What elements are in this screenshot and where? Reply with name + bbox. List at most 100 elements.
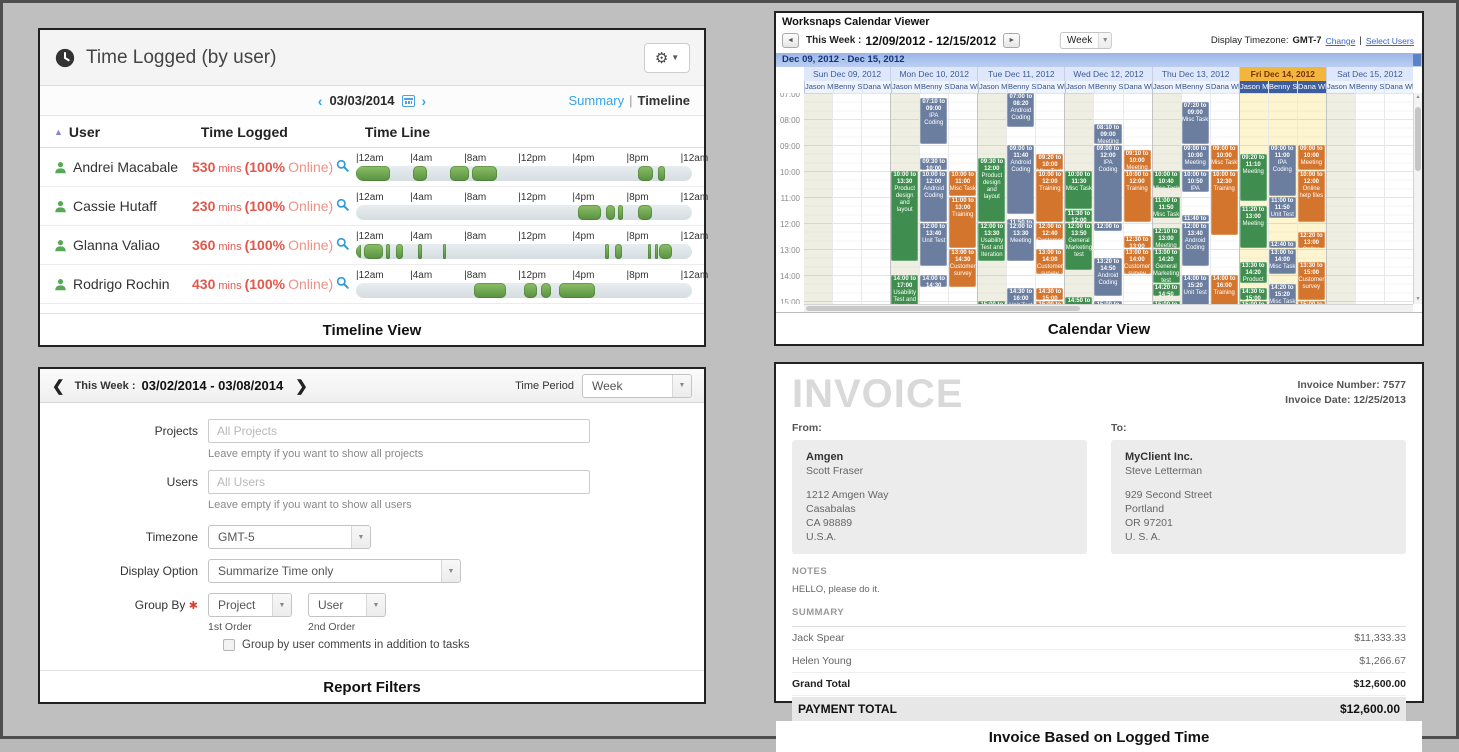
calendar-event[interactable]: 11:00 to11:50Misc Task	[1153, 197, 1180, 218]
calendar-event[interactable]: 14:00 to15:20Unit Test	[1182, 275, 1209, 304]
group-by-second-select[interactable]: User ▼	[308, 593, 386, 617]
user-column-header[interactable]: Benny Strose	[920, 81, 949, 93]
calendar-event[interactable]: 09:10 to10:00Meeting	[1124, 150, 1151, 171]
calendar-event[interactable]: 10:00 to11:00Misc Task	[949, 171, 976, 196]
time-period-select[interactable]: Week ▼	[582, 374, 692, 398]
calendar-event[interactable]: 09:00 to10:00Meeting	[1182, 145, 1209, 170]
user-column-header[interactable]: Jason Myers	[1326, 81, 1355, 93]
summary-view-link[interactable]: Summary	[568, 93, 624, 108]
user-column-header[interactable]: Benny Strose	[1355, 81, 1384, 93]
calendar-event[interactable]: 13:00 to14:00Misc Task	[1269, 249, 1296, 274]
user-column-header[interactable]: Jason Myers	[1152, 81, 1181, 93]
user-column-header[interactable]: Benny Strose	[1094, 81, 1123, 93]
calendar-event[interactable]: 11:40 to12:00	[1182, 215, 1209, 223]
calendar-event[interactable]: 12:00 to13:30Meeting	[1007, 223, 1034, 261]
calendar-event[interactable]: 09:00 to11:00IPA Coding	[1269, 145, 1296, 196]
calendar-event[interactable]: 14:20 to14:50Usability Test	[1153, 284, 1180, 296]
day-header[interactable]: Thu Dec 13, 2012	[1152, 67, 1239, 81]
next-week-button[interactable]: ❯	[295, 377, 308, 395]
calendar-event[interactable]: 14:00 to14:30Android	[920, 275, 947, 287]
calendar-event[interactable]: 14:50 to16:10General Marketing test	[1065, 297, 1092, 304]
user-column-header[interactable]: Dana Whitney	[1384, 81, 1413, 93]
calendar-event[interactable]: 13:00 to14:00Customer survey	[1036, 249, 1063, 274]
day-header[interactable]: Tue Dec 11, 2012	[977, 67, 1064, 81]
day-header[interactable]: Fri Dec 14, 2012	[1239, 67, 1326, 81]
calendar-event[interactable]: 12:00 to13:30Usability Test and Iteratio…	[978, 223, 1005, 261]
calendar-event[interactable]: 14:00 to17:00Usability Test and Iteratio…	[891, 275, 918, 304]
user-column-header[interactable]: Jason Myers	[1239, 81, 1268, 93]
calendar-event[interactable]: 12:00 to12:40Customer survey	[1036, 223, 1063, 239]
calendar-event[interactable]: 10:00 to13:30Product design and layout	[891, 171, 918, 261]
user-column-header[interactable]: Benny Strose	[1181, 81, 1210, 93]
scroll-down-icon[interactable]: ▼	[1414, 295, 1422, 304]
next-day-button[interactable]: ›	[422, 93, 427, 109]
prev-week-button[interactable]: ◄	[782, 33, 799, 48]
calendar-event[interactable]: 12:00 to13:40Unit Test	[920, 223, 947, 265]
calendar-event[interactable]: 11:00 to11:50Unit Test	[1269, 197, 1296, 218]
user-column-header[interactable]: Jason Myers	[804, 81, 833, 93]
calendar-event[interactable]: 14:30 to16:00Unit Test	[1007, 288, 1034, 304]
calendar-event[interactable]: 10:00 to12:00Android Coding	[920, 171, 947, 222]
user-column-header[interactable]: Dana Whitney	[862, 81, 891, 93]
calendar-event[interactable]: 10:00 to10:40Misc Task	[1153, 171, 1180, 187]
calendar-event[interactable]: 08:10 to09:00Meeting	[1094, 124, 1121, 145]
calendar-event[interactable]: 12:00 to12:20	[1094, 223, 1121, 231]
calendar-event[interactable]: 09:20 to11:10Meeting	[1240, 154, 1267, 201]
timezone-select[interactable]: GMT-5 ▼	[208, 525, 371, 549]
calendar-event[interactable]: 14:20 to15:20Misc Task	[1269, 284, 1296, 304]
display-option-select[interactable]: Summarize Time only ▼	[208, 559, 461, 583]
timeline-view-link[interactable]: Timeline	[637, 93, 690, 108]
calendar-event[interactable]: 10:00 to11:30Misc Task	[1065, 171, 1092, 209]
calendar-event[interactable]: 12:40 to13:00	[1269, 241, 1296, 249]
calendar-event[interactable]: 09:30 to12:00Product design and layout	[978, 158, 1005, 222]
calendar-event[interactable]: 14:00 to16:00Training	[1211, 275, 1238, 304]
user-column-header[interactable]: Benny Strose	[1007, 81, 1036, 93]
scrollbar-thumb[interactable]	[806, 306, 1080, 311]
group-by-first-select[interactable]: Project ▼	[208, 593, 292, 617]
calendar-event[interactable]: 09:00 to12:00IPA Coding	[1094, 145, 1121, 222]
change-timezone-link[interactable]: Change	[1326, 36, 1356, 46]
calendar-event[interactable]: 09:20 to10:00Misc Task	[1036, 154, 1063, 170]
next-week-button[interactable]: ►	[1003, 33, 1020, 48]
scroll-up-icon[interactable]: ▲	[1414, 93, 1422, 102]
user-column-header[interactable]: Jason Myers	[978, 81, 1007, 93]
user-column-header[interactable]: Dana Whitney	[949, 81, 978, 93]
calendar-event[interactable]: 14:30 to15:00Customer survey	[1036, 288, 1063, 300]
vertical-scrollbar[interactable]: ▲ ▼	[1413, 93, 1422, 304]
user-column-header[interactable]: Benny Strose	[1268, 81, 1297, 93]
column-header-time-logged[interactable]: Time Logged	[201, 124, 365, 140]
day-header[interactable]: Sun Dec 09, 2012	[804, 67, 890, 81]
user-column-header[interactable]: Dana Whitney	[1297, 81, 1326, 93]
calendar-event[interactable]: 09:00 to10:00Misc Task	[1211, 145, 1238, 170]
calendar-event[interactable]: 13:30 to14:20Product design and layout	[1240, 262, 1267, 283]
day-header[interactable]: Wed Dec 12, 2012	[1064, 67, 1151, 81]
scrollbar-thumb[interactable]	[1415, 107, 1421, 171]
magnifier-icon[interactable]	[336, 159, 349, 172]
user-column-header[interactable]: Jason Myers	[891, 81, 920, 93]
prev-day-button[interactable]: ‹	[318, 93, 323, 109]
magnifier-icon[interactable]	[336, 276, 349, 289]
user-column-header[interactable]: Jason Myers	[1065, 81, 1094, 93]
user-column-header[interactable]: Benny Strose	[833, 81, 862, 93]
calendar-icon[interactable]	[402, 95, 415, 107]
user-column-header[interactable]: Dana Whitney	[1210, 81, 1239, 93]
sort-ascending-icon[interactable]: ▲	[54, 127, 63, 137]
calendar-event[interactable]: 12:00 to13:40Android Coding	[1182, 223, 1209, 265]
users-input[interactable]	[208, 470, 590, 494]
calendar-event[interactable]: 13:00 to14:00Customer survey	[1124, 249, 1151, 274]
view-mode-select[interactable]: Week ▼	[1060, 32, 1112, 49]
calendar-event[interactable]: 12:10 to13:00Meeting	[1153, 228, 1180, 249]
settings-dropdown-button[interactable]: ⚙ ▼	[644, 43, 690, 73]
column-header-user[interactable]: User	[69, 124, 201, 140]
calendar-event[interactable]: 10:00 to12:30Training	[1211, 171, 1238, 235]
calendar-event[interactable]: 07:10 to09:00IPA Coding	[920, 98, 947, 145]
calendar-event[interactable]: 14:30 to15:00Product design and layout	[1240, 288, 1267, 300]
calendar-event[interactable]: 12:30 to13:00Misc Task	[1124, 236, 1151, 248]
calendar-event[interactable]: 10:00 to10:50IPA Coding	[1182, 171, 1209, 192]
group-comments-checkbox[interactable]	[223, 639, 235, 651]
projects-input[interactable]	[208, 419, 590, 443]
calendar-event[interactable]: 13:00 to14:20General Marketing test	[1153, 249, 1180, 283]
calendar-event[interactable]: 10:00 to12:00Training	[1124, 171, 1151, 222]
day-header[interactable]: Mon Dec 10, 2012	[890, 67, 977, 81]
calendar-event[interactable]: 13:00 to14:30Customer survey	[949, 249, 976, 287]
